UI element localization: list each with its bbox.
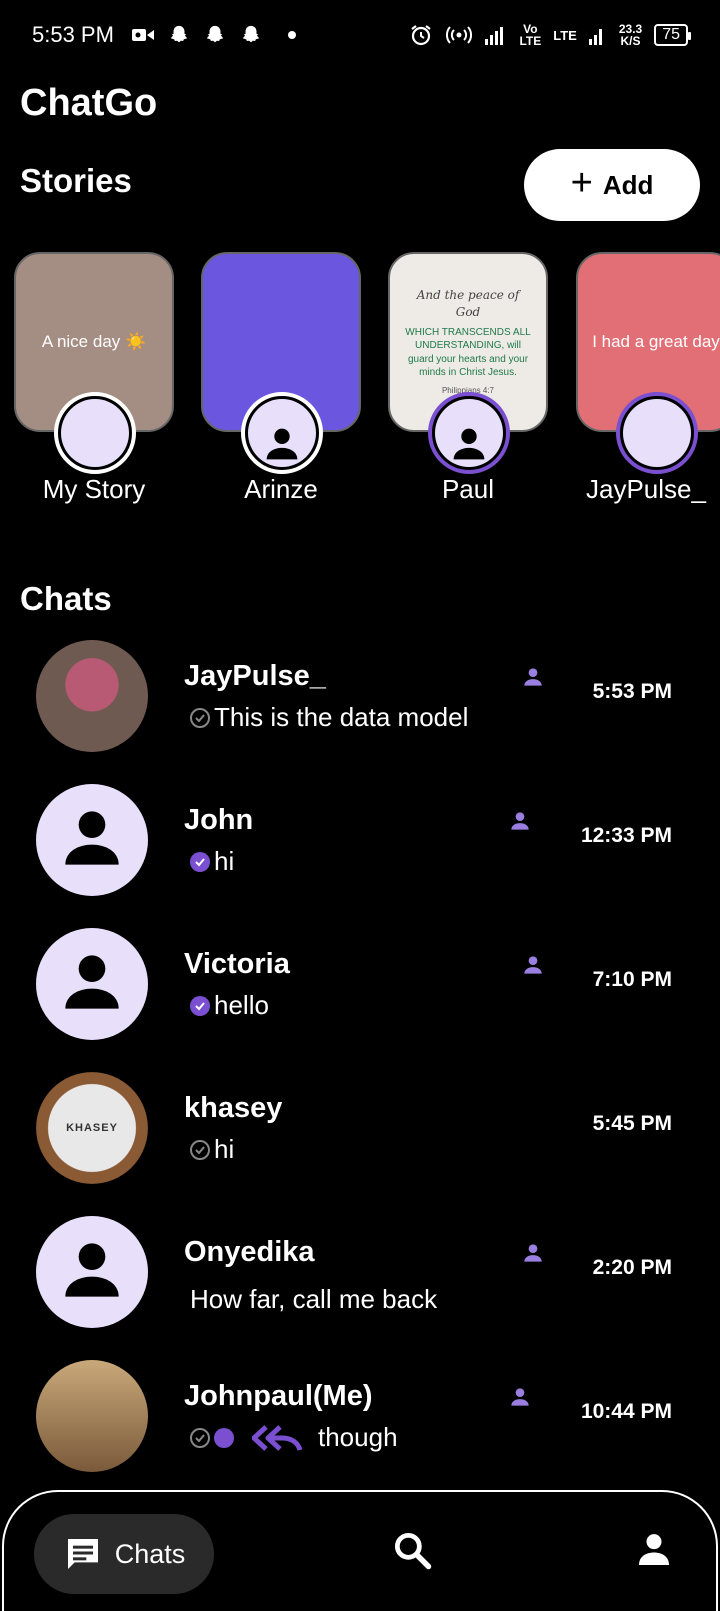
chat-time: 5:53 PM: [592, 680, 672, 703]
story-avatar: [241, 392, 323, 474]
chat-message: though: [190, 1422, 398, 1453]
story-name: JayPulse_: [586, 474, 706, 504]
chats-title: Chats: [20, 580, 112, 617]
lte-indicator: LTE: [553, 27, 577, 43]
story-name: Arinze: [244, 474, 318, 504]
person-icon: [511, 812, 529, 830]
search-icon: [394, 1532, 432, 1570]
avatar: [36, 1360, 148, 1472]
chat-name: Onyedika: [184, 1236, 315, 1268]
nav-chats-tab[interactable]: Chats: [34, 1514, 214, 1594]
avatar: [36, 928, 148, 1040]
chat-time: 10:44 PM: [580, 1400, 672, 1423]
chat-message: hi: [190, 1134, 234, 1165]
nav-chats-label: Chats: [114, 1538, 186, 1569]
notification-dot-icon: [287, 31, 296, 39]
chat-message: hi: [190, 846, 234, 877]
reply-all-icon: [252, 1424, 303, 1451]
plus-icon: +: [570, 162, 593, 204]
status-left-icons: [131, 24, 296, 46]
chat-name: Victoria: [184, 948, 290, 980]
person-icon: [65, 1243, 119, 1297]
check-icon: [190, 851, 210, 872]
video-call-icon: [131, 29, 154, 41]
story-item-my-story[interactable]: A nice day ☀️ My Story: [14, 252, 174, 504]
person-icon: [511, 1388, 529, 1406]
check-icon: [190, 1139, 210, 1160]
add-story-label: Add: [602, 169, 654, 200]
avatar-photo: [623, 399, 691, 467]
story-avatar: [428, 392, 510, 474]
chat-time: 7:10 PM: [592, 968, 672, 991]
check-icon: [190, 995, 210, 1016]
snapchat-icon: [242, 25, 260, 43]
chat-name: Johnpaul(Me): [184, 1380, 373, 1412]
person-icon: [524, 668, 542, 686]
add-story-button[interactable]: + Add: [524, 149, 700, 221]
check-icon: [190, 707, 210, 728]
story-item-jaypulse[interactable]: I had a great day JayPulse_: [576, 252, 720, 504]
chat-row[interactable]: KHASEY khasey hi 5:45 PM: [0, 1072, 720, 1212]
nav-search-tab[interactable]: [390, 1528, 434, 1577]
chat-icon: [67, 1539, 98, 1569]
app-title: ChatGo: [20, 82, 158, 124]
person-icon: [524, 956, 542, 974]
story-card-text: A nice day ☀️: [41, 332, 147, 351]
person-icon: [248, 399, 316, 467]
network-speed: 23.3 K/S: [618, 22, 643, 48]
chat-message: This is the data model: [190, 702, 468, 733]
person-icon: [524, 1244, 542, 1262]
avatar: [36, 784, 148, 896]
chat-name: khasey: [184, 1092, 283, 1124]
chat-row[interactable]: Onyedika How far, call me back 2:20 PM: [0, 1216, 720, 1356]
stories-row[interactable]: A nice day ☀️ My Story Arinze And the pe…: [0, 252, 720, 512]
avatar-photo: [61, 399, 129, 467]
chat-message: hello: [190, 990, 269, 1021]
avatar-logo-text: KHASEY: [66, 1122, 118, 1134]
story-name: My Story: [42, 474, 146, 504]
snapchat-icon: [170, 25, 188, 43]
stories-title: Stories: [20, 162, 132, 199]
alarm-icon: [411, 25, 432, 46]
check-icon: [190, 1427, 210, 1448]
avatar: [36, 1216, 148, 1328]
signal-icon: [588, 29, 602, 45]
signal-icon: [485, 27, 504, 45]
story-card-text: I had a great day: [592, 332, 720, 352]
chat-row[interactable]: John hi 12:33 PM: [0, 784, 720, 924]
volte-indicator: Vo LTE: [519, 22, 542, 48]
chat-time: 2:20 PM: [592, 1256, 672, 1279]
chat-row[interactable]: JayPulse_ This is the data model 5:53 PM: [0, 640, 720, 780]
snapchat-icon: [206, 25, 224, 43]
person-icon: [65, 955, 119, 1009]
status-bar: 5:53 PM Vo LTE LTE 23.3 K/S 75: [0, 0, 720, 70]
status-right-icons: Vo LTE LTE 23.3 K/S 75: [409, 22, 691, 48]
story-avatar: [616, 392, 698, 474]
story-item-paul[interactable]: And the peace of God WHICH TRANSCENDS AL…: [388, 252, 548, 504]
chat-time: 12:33 PM: [580, 824, 672, 847]
chat-row[interactable]: Johnpaul(Me) though 10:44 PM: [0, 1360, 720, 1500]
avatar: [36, 640, 148, 752]
bottom-nav: Chats: [2, 1490, 718, 1611]
unread-dot-icon: [214, 1427, 234, 1448]
story-item-arinze[interactable]: Arinze: [201, 252, 361, 504]
story-quote: And the peace of God WHICH TRANSCENDS AL…: [405, 288, 531, 395]
person-icon: [435, 399, 503, 467]
chat-name: John: [184, 804, 254, 836]
hotspot-icon: [446, 26, 473, 44]
battery-indicator: 75: [654, 24, 691, 46]
story-name: Paul: [441, 474, 495, 504]
profile-icon: [639, 1534, 669, 1565]
chat-name: JayPulse_: [184, 660, 326, 692]
chat-row[interactable]: Victoria hello 7:10 PM: [0, 928, 720, 1068]
chat-time: 5:45 PM: [592, 1112, 672, 1135]
status-time: 5:53 PM: [32, 22, 114, 47]
avatar: KHASEY: [36, 1072, 148, 1184]
chat-message: How far, call me back: [190, 1284, 438, 1314]
nav-profile-tab[interactable]: [634, 1530, 674, 1575]
story-avatar: [54, 392, 136, 474]
person-icon: [65, 811, 119, 865]
